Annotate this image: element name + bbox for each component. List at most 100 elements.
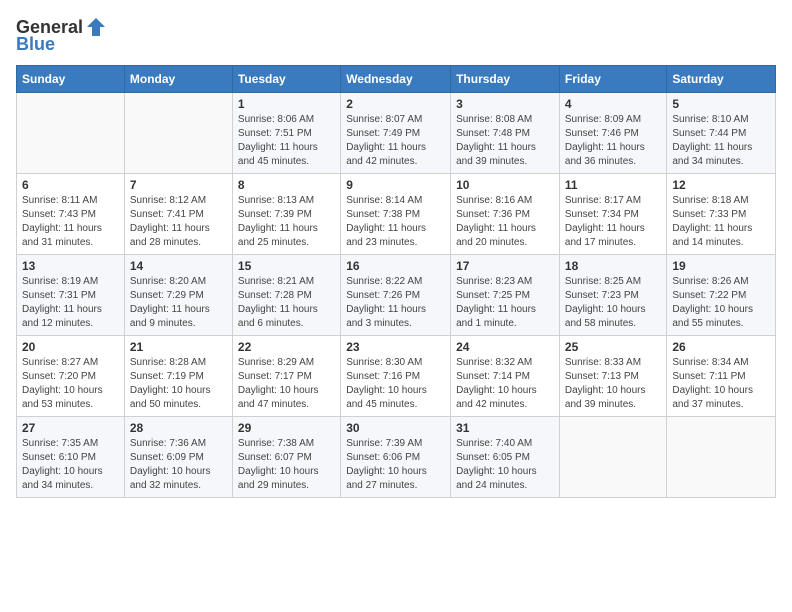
- calendar-body: 1 Sunrise: 8:06 AM Sunset: 7:51 PM Daylig…: [17, 93, 776, 498]
- page-header: General Blue: [16, 16, 776, 55]
- day-info: Sunrise: 7:35 AM Sunset: 6:10 PM Dayligh…: [22, 437, 119, 493]
- calendar-cell: 11 Sunrise: 8:17 AM Sunset: 7:34 PM Dayli…: [559, 174, 666, 255]
- calendar-cell: 17 Sunrise: 8:23 AM Sunset: 7:25 PM Dayli…: [451, 255, 560, 336]
- calendar-cell: 20Sunrise: 8:27 AM Sunset: 7:20 PM Dayli…: [17, 336, 125, 417]
- day-info: Sunrise: 8:13 AM Sunset: 7:39 PM Dayligh…: [238, 194, 335, 250]
- calendar-table: SundayMondayTuesdayWednesdayThursdayFrid…: [16, 65, 776, 498]
- calendar-cell: 19Sunrise: 8:26 AM Sunset: 7:22 PM Dayli…: [667, 255, 776, 336]
- day-info: Sunrise: 8:19 AM Sunset: 7:31 PM Dayligh…: [22, 275, 119, 331]
- calendar-cell: 7 Sunrise: 8:12 AM Sunset: 7:41 PM Daylig…: [124, 174, 232, 255]
- weekday-header: Tuesday: [232, 66, 340, 93]
- day-number: 12: [672, 178, 770, 192]
- day-number: 17: [456, 259, 554, 273]
- calendar-cell: 28Sunrise: 7:36 AM Sunset: 6:09 PM Dayli…: [124, 417, 232, 498]
- day-info: Sunrise: 8:21 AM Sunset: 7:28 PM Dayligh…: [238, 275, 335, 331]
- calendar-cell: 1 Sunrise: 8:06 AM Sunset: 7:51 PM Daylig…: [232, 93, 340, 174]
- day-number: 24: [456, 340, 554, 354]
- day-info: Sunrise: 8:17 AM Sunset: 7:34 PM Dayligh…: [565, 194, 661, 250]
- calendar-cell: [17, 93, 125, 174]
- day-info: Sunrise: 8:23 AM Sunset: 7:25 PM Dayligh…: [456, 275, 554, 331]
- day-number: 14: [130, 259, 227, 273]
- logo-icon: [85, 16, 107, 38]
- day-number: 4: [565, 97, 661, 111]
- calendar-cell: [559, 417, 666, 498]
- calendar-cell: 29Sunrise: 7:38 AM Sunset: 6:07 PM Dayli…: [232, 417, 340, 498]
- day-number: 13: [22, 259, 119, 273]
- calendar-cell: [667, 417, 776, 498]
- day-info: Sunrise: 8:25 AM Sunset: 7:23 PM Dayligh…: [565, 275, 661, 331]
- day-number: 5: [672, 97, 770, 111]
- day-number: 23: [346, 340, 445, 354]
- day-info: Sunrise: 8:07 AM Sunset: 7:49 PM Dayligh…: [346, 113, 445, 169]
- calendar-cell: 5 Sunrise: 8:10 AM Sunset: 7:44 PM Daylig…: [667, 93, 776, 174]
- day-number: 10: [456, 178, 554, 192]
- calendar-cell: 3 Sunrise: 8:08 AM Sunset: 7:48 PM Daylig…: [451, 93, 560, 174]
- calendar-cell: 18Sunrise: 8:25 AM Sunset: 7:23 PM Dayli…: [559, 255, 666, 336]
- calendar-cell: 24Sunrise: 8:32 AM Sunset: 7:14 PM Dayli…: [451, 336, 560, 417]
- day-number: 3: [456, 97, 554, 111]
- day-number: 2: [346, 97, 445, 111]
- day-number: 30: [346, 421, 445, 435]
- calendar-cell: 27Sunrise: 7:35 AM Sunset: 6:10 PM Dayli…: [17, 417, 125, 498]
- calendar-cell: 10 Sunrise: 8:16 AM Sunset: 7:36 PM Dayli…: [451, 174, 560, 255]
- day-info: Sunrise: 8:09 AM Sunset: 7:46 PM Dayligh…: [565, 113, 661, 169]
- calendar-week-row: 1 Sunrise: 8:06 AM Sunset: 7:51 PM Daylig…: [17, 93, 776, 174]
- calendar-week-row: 6 Sunrise: 8:11 AM Sunset: 7:43 PM Daylig…: [17, 174, 776, 255]
- day-info: Sunrise: 8:33 AM Sunset: 7:13 PM Dayligh…: [565, 356, 661, 412]
- day-info: Sunrise: 8:34 AM Sunset: 7:11 PM Dayligh…: [672, 356, 770, 412]
- day-number: 20: [22, 340, 119, 354]
- day-number: 26: [672, 340, 770, 354]
- day-info: Sunrise: 8:14 AM Sunset: 7:38 PM Dayligh…: [346, 194, 445, 250]
- day-info: Sunrise: 8:08 AM Sunset: 7:48 PM Dayligh…: [456, 113, 554, 169]
- day-number: 15: [238, 259, 335, 273]
- calendar-cell: [124, 93, 232, 174]
- day-number: 21: [130, 340, 227, 354]
- day-number: 9: [346, 178, 445, 192]
- day-info: Sunrise: 8:28 AM Sunset: 7:19 PM Dayligh…: [130, 356, 227, 412]
- weekday-header: Thursday: [451, 66, 560, 93]
- calendar-cell: 8 Sunrise: 8:13 AM Sunset: 7:39 PM Daylig…: [232, 174, 340, 255]
- day-number: 29: [238, 421, 335, 435]
- calendar-cell: 23 Sunrise: 8:30 AM Sunset: 7:16 PM Dayli…: [341, 336, 451, 417]
- calendar-cell: 4 Sunrise: 8:09 AM Sunset: 7:46 PM Daylig…: [559, 93, 666, 174]
- day-number: 8: [238, 178, 335, 192]
- day-info: Sunrise: 8:06 AM Sunset: 7:51 PM Dayligh…: [238, 113, 335, 169]
- logo: General Blue: [16, 16, 107, 55]
- day-number: 1: [238, 97, 335, 111]
- calendar-week-row: 20Sunrise: 8:27 AM Sunset: 7:20 PM Dayli…: [17, 336, 776, 417]
- calendar-cell: 16 Sunrise: 8:22 AM Sunset: 7:26 PM Dayli…: [341, 255, 451, 336]
- day-number: 7: [130, 178, 227, 192]
- calendar-cell: 30 Sunrise: 7:39 AM Sunset: 6:06 PM Dayli…: [341, 417, 451, 498]
- weekday-header: Sunday: [17, 66, 125, 93]
- calendar-cell: 9 Sunrise: 8:14 AM Sunset: 7:38 PM Daylig…: [341, 174, 451, 255]
- day-info: Sunrise: 8:16 AM Sunset: 7:36 PM Dayligh…: [456, 194, 554, 250]
- day-info: Sunrise: 7:36 AM Sunset: 6:09 PM Dayligh…: [130, 437, 227, 493]
- day-info: Sunrise: 8:12 AM Sunset: 7:41 PM Dayligh…: [130, 194, 227, 250]
- calendar-cell: 14 Sunrise: 8:20 AM Sunset: 7:29 PM Dayli…: [124, 255, 232, 336]
- weekday-header-row: SundayMondayTuesdayWednesdayThursdayFrid…: [17, 66, 776, 93]
- calendar-cell: 6 Sunrise: 8:11 AM Sunset: 7:43 PM Daylig…: [17, 174, 125, 255]
- calendar-cell: 25 Sunrise: 8:33 AM Sunset: 7:13 PM Dayli…: [559, 336, 666, 417]
- day-info: Sunrise: 8:20 AM Sunset: 7:29 PM Dayligh…: [130, 275, 227, 331]
- day-number: 16: [346, 259, 445, 273]
- day-info: Sunrise: 7:39 AM Sunset: 6:06 PM Dayligh…: [346, 437, 445, 493]
- day-info: Sunrise: 8:22 AM Sunset: 7:26 PM Dayligh…: [346, 275, 445, 331]
- calendar-week-row: 27Sunrise: 7:35 AM Sunset: 6:10 PM Dayli…: [17, 417, 776, 498]
- calendar-cell: 26 Sunrise: 8:34 AM Sunset: 7:11 PM Dayli…: [667, 336, 776, 417]
- day-info: Sunrise: 8:10 AM Sunset: 7:44 PM Dayligh…: [672, 113, 770, 169]
- day-info: Sunrise: 8:30 AM Sunset: 7:16 PM Dayligh…: [346, 356, 445, 412]
- day-info: Sunrise: 8:29 AM Sunset: 7:17 PM Dayligh…: [238, 356, 335, 412]
- calendar-week-row: 13 Sunrise: 8:19 AM Sunset: 7:31 PM Dayli…: [17, 255, 776, 336]
- day-number: 6: [22, 178, 119, 192]
- weekday-header: Wednesday: [341, 66, 451, 93]
- calendar-cell: 21 Sunrise: 8:28 AM Sunset: 7:19 PM Dayli…: [124, 336, 232, 417]
- day-number: 19: [672, 259, 770, 273]
- calendar-cell: 13 Sunrise: 8:19 AM Sunset: 7:31 PM Dayli…: [17, 255, 125, 336]
- day-info: Sunrise: 8:18 AM Sunset: 7:33 PM Dayligh…: [672, 194, 770, 250]
- day-info: Sunrise: 8:11 AM Sunset: 7:43 PM Dayligh…: [22, 194, 119, 250]
- day-number: 25: [565, 340, 661, 354]
- day-number: 11: [565, 178, 661, 192]
- day-info: Sunrise: 7:40 AM Sunset: 6:05 PM Dayligh…: [456, 437, 554, 493]
- calendar-header: SundayMondayTuesdayWednesdayThursdayFrid…: [17, 66, 776, 93]
- calendar-cell: 15 Sunrise: 8:21 AM Sunset: 7:28 PM Dayli…: [232, 255, 340, 336]
